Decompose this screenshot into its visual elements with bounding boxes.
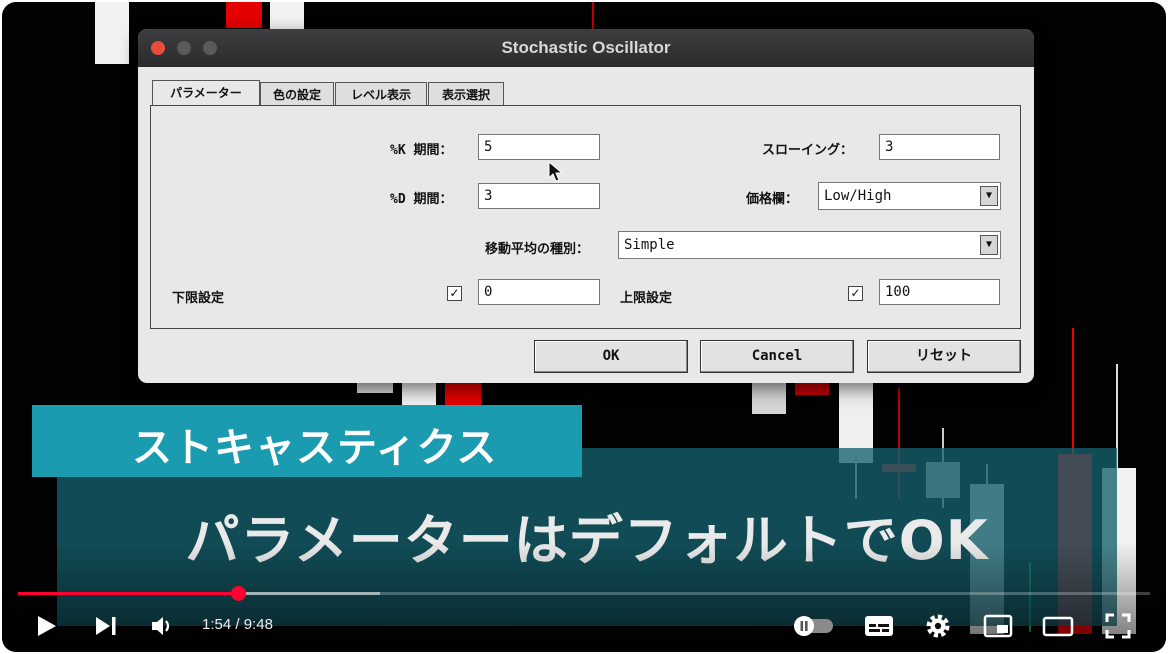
ma-method-label: 移動平均の種別： — [485, 242, 590, 257]
heading-text: ストキャスティクス — [132, 425, 498, 471]
fullscreen-icon[interactable] — [1100, 608, 1136, 644]
progress-played — [18, 592, 238, 595]
play-icon[interactable] — [28, 608, 64, 644]
chevron-down-icon[interactable]: ▼ — [980, 235, 998, 255]
current-time: 1:54 — [202, 616, 232, 633]
chevron-down-icon[interactable]: ▼ — [980, 186, 998, 206]
ma-method-value: Simple — [624, 237, 675, 253]
screenshot: Stochastic Oscillator パラメーター 色の設定 レベル表示 … — [0, 0, 1174, 654]
video-player[interactable]: Stochastic Oscillator パラメーター 色の設定 レベル表示 … — [2, 2, 1166, 652]
lower-level-label: 下限設定 — [172, 291, 225, 306]
checkmark-icon: ✓ — [850, 286, 861, 300]
stochastic-dialog: Stochastic Oscillator パラメーター 色の設定 レベル表示 … — [138, 29, 1034, 383]
volume-icon[interactable] — [144, 608, 180, 644]
next-icon[interactable] — [88, 608, 124, 644]
k-period-input[interactable]: 5 — [478, 134, 600, 160]
price-field-label: 価格欄： — [746, 192, 799, 207]
dialog-title: Stochastic Oscillator — [501, 38, 671, 57]
reset-button[interactable]: リセット — [867, 340, 1021, 373]
k-period-label: %K 期間： — [390, 143, 453, 158]
dialog-titlebar[interactable]: Stochastic Oscillator — [138, 29, 1034, 67]
mouse-cursor-icon — [548, 161, 564, 182]
miniplayer-icon[interactable] — [980, 608, 1016, 644]
time-separator: / — [235, 616, 240, 633]
slowing-input[interactable]: 3 — [879, 134, 1000, 160]
d-period-label: %D 期間： — [390, 192, 453, 207]
slowing-label: スローイング： — [762, 143, 854, 158]
tab-display-selection[interactable]: 表示選択 — [428, 82, 504, 106]
upper-level-checkbox[interactable]: ✓ — [848, 286, 863, 301]
subtitles-icon[interactable] — [861, 608, 897, 644]
heading-banner: ストキャスティクス — [32, 405, 582, 477]
tab-parameters[interactable]: パラメーター — [152, 80, 260, 106]
checkmark-icon: ✓ — [449, 286, 460, 300]
upper-level-input[interactable]: 100 — [879, 279, 1000, 305]
lower-level-input[interactable]: 0 — [478, 279, 600, 305]
autoplay-toggle-icon[interactable] — [792, 608, 836, 644]
tab-level-display[interactable]: レベル表示 — [335, 82, 427, 106]
price-field-value: Low/High — [824, 188, 892, 204]
tab-color-settings[interactable]: 色の設定 — [260, 82, 334, 106]
duration: 9:48 — [243, 616, 273, 633]
time-display: 1:54 / 9:48 — [202, 616, 273, 633]
price-field-select[interactable]: Low/High ▼ — [818, 182, 1001, 210]
progress-scrubber[interactable] — [230, 586, 246, 601]
upper-level-label: 上限設定 — [620, 291, 673, 306]
ok-button[interactable]: OK — [534, 340, 688, 373]
lower-level-checkbox[interactable]: ✓ — [447, 286, 462, 301]
cancel-button[interactable]: Cancel — [700, 340, 854, 373]
theater-mode-icon[interactable] — [1040, 608, 1076, 644]
gear-icon[interactable] — [920, 608, 956, 644]
d-period-input[interactable]: 3 — [478, 183, 600, 209]
ma-method-select[interactable]: Simple ▼ — [618, 231, 1001, 259]
